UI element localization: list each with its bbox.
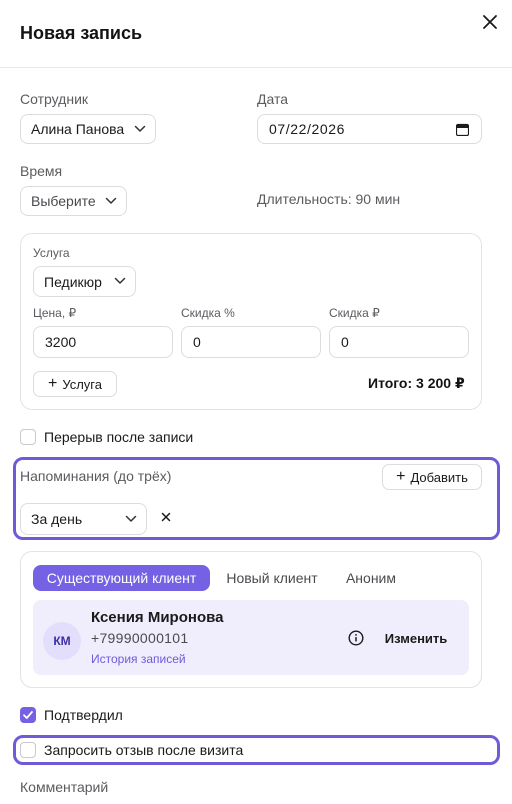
price-label: Цена, ₽ [33,306,77,320]
chevron-down-icon [114,277,126,284]
service-label: Услуга [33,246,70,260]
request-review-checkbox[interactable] [20,742,36,758]
chevron-down-icon [105,197,117,204]
client-name: Ксения Миронова [91,609,224,626]
discount-percent-input[interactable]: 0 [181,326,321,358]
price-value: 3200 [45,334,77,350]
remove-reminder-icon[interactable] [159,510,173,524]
client-phone: +79990000101 [91,630,189,646]
plus-icon: + [396,468,406,485]
change-client-button[interactable]: Изменить [376,628,456,648]
calendar-icon[interactable] [456,123,469,136]
price-input[interactable]: 3200 [33,326,173,358]
duration-text: Длительность: 90 мин [257,191,401,207]
confirmed-label: Подтвердил [44,707,123,723]
date-value: 07/22/2026 [269,121,346,137]
date-input[interactable]: 07/22/2026 [257,114,482,144]
tab-anonymous[interactable]: Аноним [336,565,406,591]
total-amount: Итого: 3 200 ₽ [368,375,465,391]
tab-new-client[interactable]: Новый клиент [218,565,326,591]
avatar: КМ [43,622,81,660]
comment-label: Комментарий [20,779,109,795]
request-review-label: Запросить отзыв после визита [44,742,244,758]
plus-icon: + [47,375,58,392]
discount-rub-value: 0 [341,334,349,350]
client-history-link[interactable]: История записей [91,652,186,666]
add-service-button[interactable]: + Услуга [33,371,117,397]
reminders-label: Напоминания (до трёх) [20,468,172,484]
discount-rub-input[interactable]: 0 [329,326,469,358]
chevron-down-icon [125,515,137,522]
time-select[interactable]: Выберите [20,186,127,216]
confirmed-checkbox[interactable] [20,707,36,723]
date-label: Дата [257,91,289,107]
break-after-checkbox[interactable] [20,429,36,445]
employee-label: Сотрудник [20,91,89,107]
time-label: Время [20,163,63,179]
time-value: Выберите [31,193,96,209]
reminder-select[interactable]: За день [20,503,147,535]
new-appointment-modal: Новая запись Сотрудник Алина Панова Дата… [0,0,512,804]
break-after-label: Перерыв после записи [44,429,194,445]
add-reminder-label: Добавить [410,469,468,485]
modal-title: Новая запись [20,23,143,43]
close-icon[interactable] [480,12,500,32]
reminder-value: За день [31,511,83,527]
modal-header: Новая запись [0,0,512,68]
service-value: Педикюр [44,273,102,290]
add-service-label: Услуга [62,376,102,392]
check-icon [23,711,33,719]
discount-rub-label: Скидка ₽ [329,306,380,320]
discount-percent-value: 0 [193,334,201,350]
discount-percent-label: Скидка % [181,306,235,320]
info-icon[interactable] [348,630,364,646]
tab-existing-client[interactable]: Существующий клиент [33,565,210,591]
add-reminder-button[interactable]: + Добавить [382,464,482,490]
service-select[interactable]: Педикюр [33,266,136,297]
employee-value: Алина Панова [31,121,125,137]
employee-select[interactable]: Алина Панова [20,114,156,144]
chevron-down-icon [134,125,146,132]
